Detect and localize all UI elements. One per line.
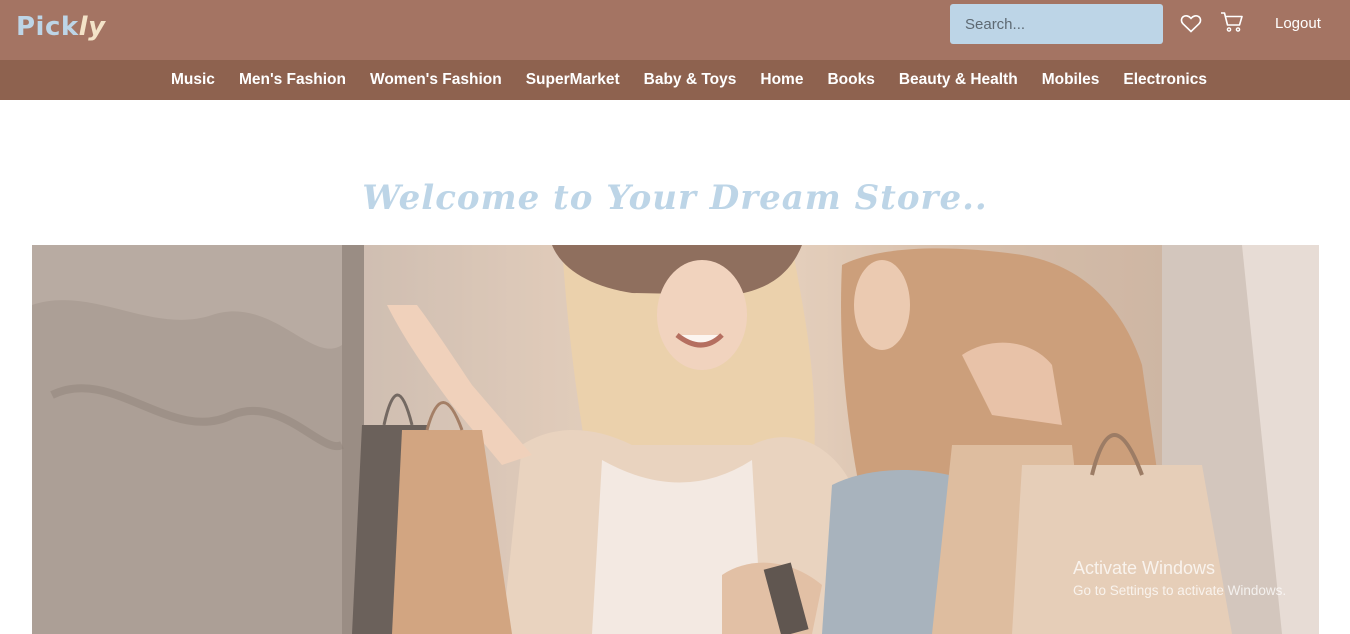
nav-item-mens-fashion[interactable]: Men's Fashion [239, 71, 346, 89]
category-nav: Music Men's Fashion Women's Fashion Supe… [0, 60, 1350, 100]
nav-item-music[interactable]: Music [171, 71, 215, 89]
search-input[interactable] [950, 4, 1163, 44]
nav-item-supermarket[interactable]: SuperMarket [526, 71, 620, 89]
top-header: Pickly Logout [0, 0, 1350, 60]
nav-item-womens-fashion[interactable]: Women's Fashion [370, 71, 502, 89]
welcome-heading: Welcome to Your Dream Store.. [362, 178, 988, 218]
nav-item-mobiles[interactable]: Mobiles [1042, 71, 1100, 89]
nav-item-beauty-health[interactable]: Beauty & Health [899, 71, 1018, 89]
nav-item-books[interactable]: Books [827, 71, 874, 89]
cart-icon[interactable] [1219, 10, 1243, 36]
logo-text-pick: Pick [16, 12, 79, 42]
activate-subtitle: Go to Settings to activate Windows. [1073, 583, 1287, 598]
heart-icon[interactable] [1179, 11, 1203, 37]
logo-text-ly: ly [78, 12, 106, 42]
logout-link[interactable]: Logout [1275, 15, 1321, 32]
nav-item-baby-toys[interactable]: Baby & Toys [644, 71, 737, 89]
activate-windows-watermark: Activate Windows Go to Settings to activ… [1073, 558, 1286, 598]
nav-item-home[interactable]: Home [760, 71, 803, 89]
activate-title: Activate Windows [1073, 558, 1216, 578]
logo[interactable]: Pickly [16, 10, 106, 44]
nav-item-electronics[interactable]: Electronics [1123, 71, 1207, 89]
